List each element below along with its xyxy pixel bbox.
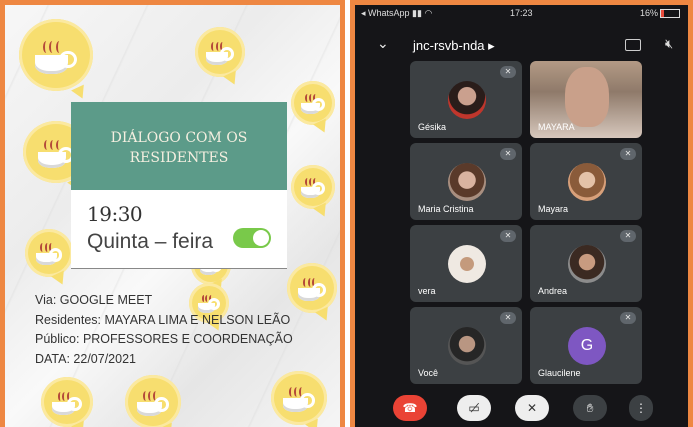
mic-off-icon: ✕ [620,148,636,160]
speaker-off-icon[interactable]: 🔇︎ [665,36,673,52]
chevron-down-icon[interactable]: ⌄ [377,35,389,52]
status-time: 17:23 [510,8,533,18]
avatar [568,163,606,201]
avatar [448,327,486,365]
participant-tile[interactable]: ✕ vera [410,225,522,302]
status-bar: ◂ WhatsApp ▮▮ ◠ 17:23 16% [355,5,688,23]
mic-off-icon: ✕ [620,312,636,324]
poster-title-line2: RESIDENTES [129,150,229,166]
mic-off-button[interactable]: ✕ [515,395,549,421]
detail-residents: Residentes: MAYARA LIMA E NELSON LEÃO [35,312,291,327]
mic-off-icon: ✕ [500,148,516,160]
video-face [565,67,609,127]
participant-tile[interactable]: ✕ Você [410,307,522,384]
participant-name: Mayara [538,204,569,214]
toggle-switch [233,228,271,248]
avatar [448,81,486,119]
coffee-bubble-icon [25,229,73,277]
participant-name: Gésika [418,122,447,132]
participant-tile[interactable]: ✕ Andrea [530,225,642,302]
call-controls: ☎︎ ▭̸ ✕ ✋︎ ⋮ [355,395,688,427]
coffee-bubble-icon [271,371,327,425]
coffee-bubble-icon [195,27,245,77]
coffee-bubble-icon [19,19,93,91]
switch-camera-icon[interactable] [625,39,641,51]
coffee-bubble-icon [291,165,335,209]
mic-off-icon: ✕ [620,230,636,242]
participant-video-tile[interactable]: MAYARA [530,61,642,138]
participant-name: Glaucilene [538,368,581,378]
more-options-button[interactable]: ⋮ [629,395,653,421]
participant-name: Você [418,368,439,378]
poster-title-line1: DIÁLOGO COM OS [110,130,248,146]
event-weekday: Quinta – feira [87,230,214,253]
avatar [568,245,606,283]
battery-indicator: 16% [640,8,680,19]
participant-tile[interactable]: ✕ Maria Cristina [410,143,522,220]
camera-off-button[interactable]: ▭̸ [457,395,491,421]
event-details: Via: GOOGLE MEET Residentes: MAYARA LIMA… [35,291,293,369]
poster-title-card: DIÁLOGO COM OS RESIDENTES [71,102,287,190]
coffee-bubble-icon [125,375,181,427]
coffee-bubble-icon [41,377,93,427]
mic-off-icon: ✕ [500,312,516,324]
meeting-code[interactable]: jnc-rsvb-nda ▸ [413,38,495,54]
raise-hand-button[interactable]: ✋︎ [573,395,607,421]
mic-off-icon: ✕ [500,230,516,242]
avatar [448,245,486,283]
event-time: 19:30 [87,202,143,226]
participant-tile[interactable]: ✕ Gésika [410,61,522,138]
participant-name: Andrea [538,286,568,296]
participant-name: vera [418,286,436,296]
hang-up-button[interactable]: ☎︎ [393,395,427,421]
participant-tile[interactable]: ✕ Mayara [530,143,642,220]
battery-icon [660,9,680,19]
coffee-bubble-icon [287,263,337,313]
coffee-bubble-icon [291,81,335,125]
participant-tile[interactable]: G ✕ Glaucilene [530,307,642,384]
detail-date: DATA: 22/07/2021 [35,351,136,366]
avatar [448,163,486,201]
time-card: 19:30 Quinta – feira [71,190,287,269]
meet-screenshot: ◂ WhatsApp ▮▮ ◠ 17:23 16% ⌄ jnc-rsvb-nda… [350,0,693,427]
back-to-whatsapp[interactable]: ◂ WhatsApp ▮▮ ◠ [361,8,432,19]
meet-header: ⌄ jnc-rsvb-nda ▸ 🔇︎ [355,33,688,57]
participant-name: MAYARA [538,122,575,132]
detail-via: Via: GOOGLE MEET [35,293,153,307]
detail-audience: Público: PROFESSORES E COORDENAÇÃO [35,332,293,346]
participant-name: Maria Cristina [418,204,474,214]
mic-off-icon: ✕ [500,66,516,78]
avatar-initial: G [568,327,606,365]
event-poster: DIÁLOGO COM OS RESIDENTES 19:30 Quinta –… [0,0,345,427]
